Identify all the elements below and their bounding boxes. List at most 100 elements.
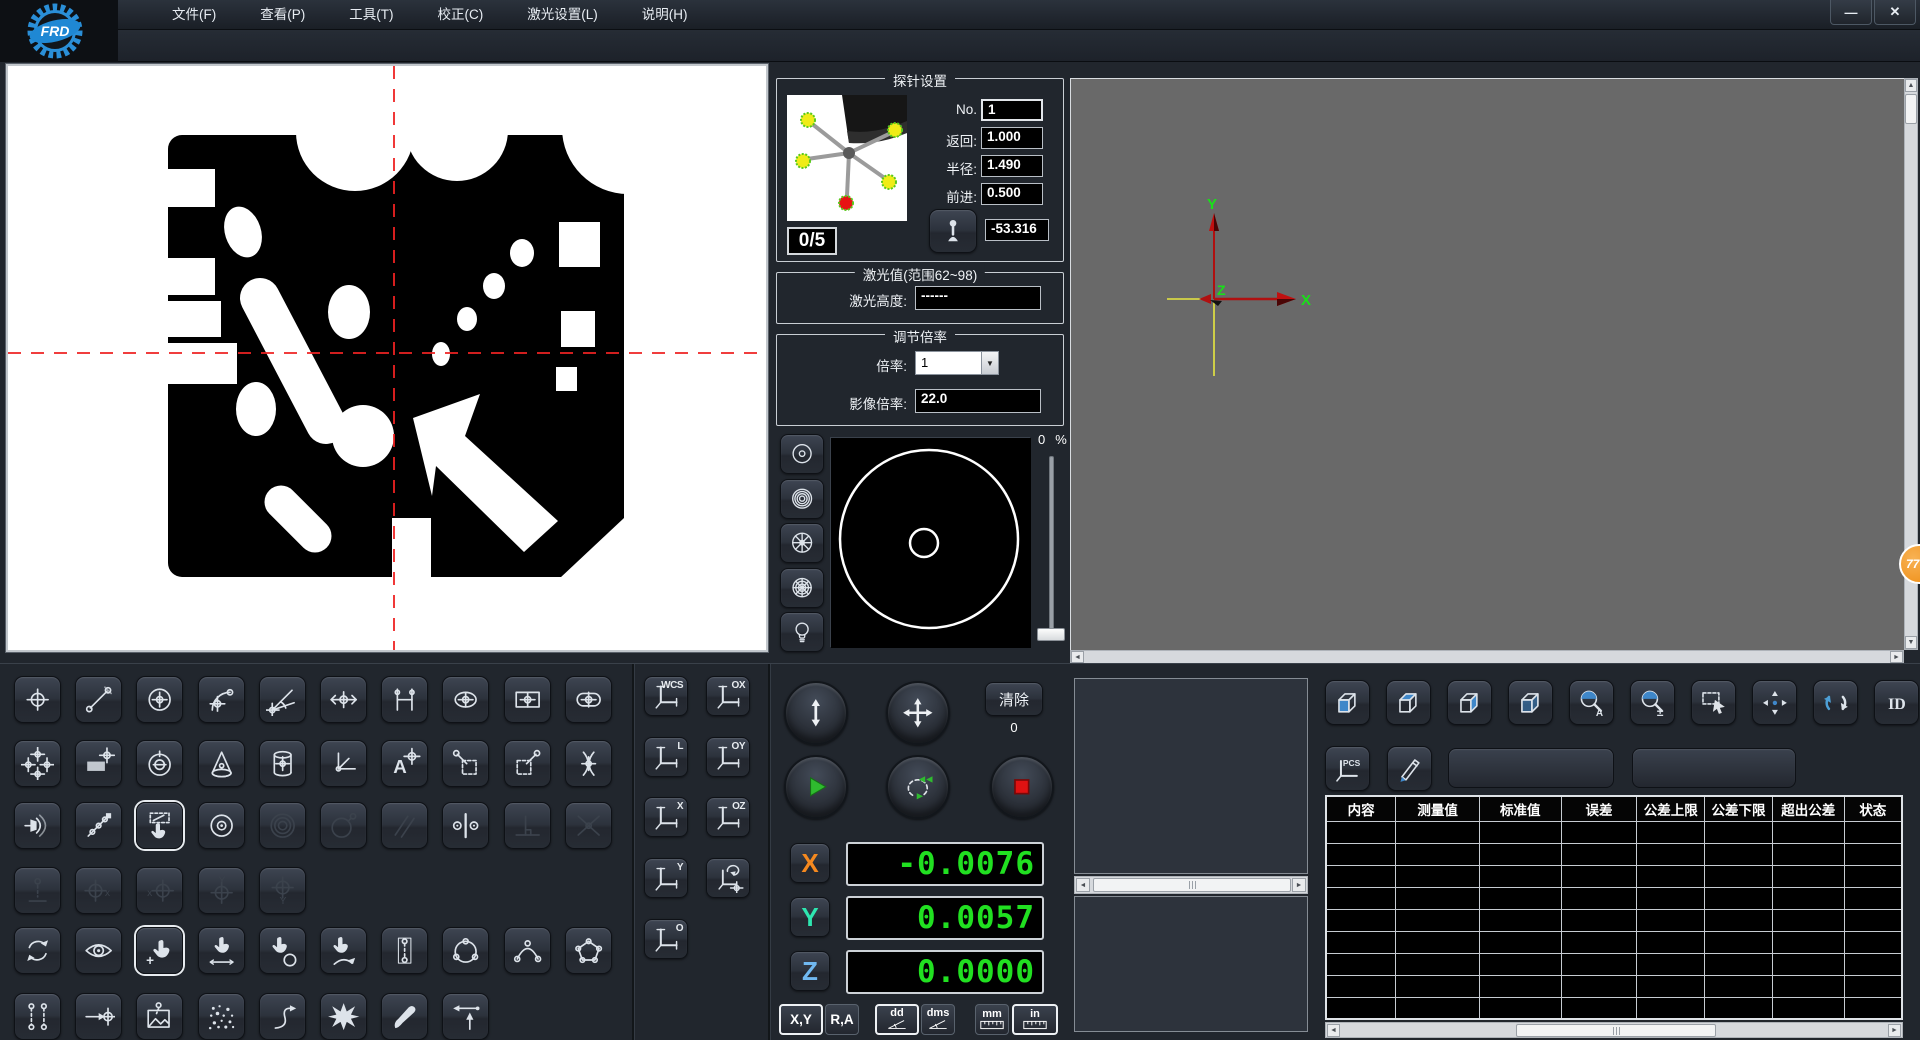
view-3d[interactable]: Y X Z bbox=[1070, 78, 1904, 650]
pcs-button[interactable]: PCS bbox=[1325, 746, 1370, 791]
tool-arrow-point[interactable] bbox=[75, 993, 122, 1040]
wcs-ox-button[interactable]: OX bbox=[706, 676, 750, 716]
pan-view-button[interactable] bbox=[1752, 680, 1797, 725]
unit-in-button[interactable]: in bbox=[1012, 1004, 1058, 1035]
zoom-fit-button[interactable]: A bbox=[1569, 680, 1614, 725]
menu-item-1[interactable]: 查看(P) bbox=[238, 0, 327, 30]
probe-field-3[interactable]: 0.500 bbox=[981, 183, 1043, 205]
tool-polygon-points[interactable] bbox=[565, 927, 612, 974]
table-row[interactable] bbox=[1326, 843, 1902, 865]
tool-symmetry-curves[interactable] bbox=[565, 740, 612, 787]
image-rate-field[interactable]: 22.0 bbox=[915, 389, 1041, 413]
tool-point-symmetry[interactable] bbox=[442, 802, 489, 849]
axis-z-button[interactable]: Z bbox=[790, 951, 830, 991]
chevron-down-icon[interactable]: ▼ bbox=[981, 352, 998, 374]
tool-circle[interactable] bbox=[136, 676, 183, 723]
tool-line[interactable] bbox=[75, 676, 122, 723]
tool-rectangle[interactable] bbox=[504, 676, 551, 723]
table-row[interactable] bbox=[1326, 953, 1902, 975]
wcs-o-button[interactable]: O bbox=[644, 919, 688, 959]
z-move-button[interactable] bbox=[784, 681, 848, 745]
table-row[interactable] bbox=[1326, 975, 1902, 997]
tool-distance[interactable] bbox=[320, 676, 367, 723]
table-row[interactable] bbox=[1326, 821, 1902, 843]
tool-trace-arrow[interactable] bbox=[442, 993, 489, 1040]
tool-cylinder[interactable] bbox=[259, 740, 306, 787]
feature-list-top[interactable] bbox=[1074, 678, 1308, 874]
slider-handle[interactable] bbox=[1037, 628, 1065, 641]
probe-field-1[interactable]: 1.000 bbox=[981, 127, 1043, 149]
probe-z-value-field[interactable]: -53.316 bbox=[985, 219, 1049, 241]
close-button[interactable]: ✕ bbox=[1874, 0, 1916, 25]
tool-circle-center[interactable] bbox=[198, 802, 245, 849]
menu-item-3[interactable]: 校正(C) bbox=[416, 0, 506, 30]
unit-dms-button[interactable]: dms bbox=[921, 1004, 955, 1035]
xy-move-button[interactable] bbox=[886, 681, 950, 745]
tool-point-array[interactable] bbox=[14, 740, 61, 787]
wcs-x-button[interactable]: X bbox=[644, 797, 688, 837]
tool-hand-select[interactable] bbox=[136, 802, 183, 849]
tool-point-cloud[interactable] bbox=[198, 993, 245, 1040]
tool-eye[interactable] bbox=[75, 927, 122, 974]
tool-hand-circle[interactable] bbox=[259, 927, 306, 974]
scroll-left-icon[interactable]: ◄ bbox=[1076, 878, 1090, 892]
table-row[interactable] bbox=[1326, 865, 1902, 887]
edit-pencil-button[interactable] bbox=[1387, 746, 1432, 791]
tool-hand-add-point[interactable]: + bbox=[136, 927, 183, 974]
scroll-down-icon[interactable]: ▼ bbox=[1905, 636, 1917, 649]
stop-button[interactable] bbox=[990, 755, 1054, 819]
loop-run-button[interactable] bbox=[886, 755, 950, 819]
table-hscrollbar[interactable]: ◄ ► bbox=[1325, 1022, 1903, 1038]
results-table[interactable]: 内容测量值标准值误差公差上限公差下限超出公差状态 bbox=[1325, 795, 1903, 1020]
tool-line-distance[interactable] bbox=[381, 676, 428, 723]
magnification-select[interactable]: 1 ▼ bbox=[915, 351, 999, 375]
table-row[interactable] bbox=[1326, 997, 1902, 1019]
light-ring-single-button[interactable] bbox=[780, 434, 824, 474]
tool-line-points[interactable] bbox=[381, 927, 428, 974]
id-label-button[interactable]: ID bbox=[1874, 680, 1919, 725]
light-ring-sectors-button[interactable] bbox=[780, 523, 824, 563]
axis-y-button[interactable]: Y bbox=[790, 897, 830, 937]
tool-curve-arrow[interactable] bbox=[259, 993, 306, 1040]
probe-field-0[interactable]: 1 bbox=[981, 99, 1043, 121]
table-header-1[interactable]: 测量值 bbox=[1396, 796, 1480, 821]
tool-stylus[interactable] bbox=[381, 993, 428, 1040]
clear-button[interactable]: 清除 bbox=[985, 682, 1043, 716]
tool-copy-feature-in[interactable] bbox=[504, 740, 551, 787]
minimize-button[interactable]: — bbox=[1830, 0, 1872, 25]
tool-ellipse[interactable] bbox=[442, 676, 489, 723]
table-hscroll-thumb[interactable] bbox=[1516, 1024, 1716, 1037]
camera-view[interactable] bbox=[6, 64, 768, 652]
scroll-right-icon[interactable]: ► bbox=[1292, 878, 1306, 892]
list-hscrollbar[interactable]: ◄ ► bbox=[1074, 876, 1308, 894]
tool-coordinate-axes[interactable] bbox=[320, 740, 367, 787]
rotate-view-button[interactable] bbox=[1813, 680, 1858, 725]
unit-dd-button[interactable]: dd bbox=[875, 1004, 919, 1035]
zoom-scale-button[interactable]: ± bbox=[1630, 680, 1675, 725]
light-intensity-slider[interactable]: 0% bbox=[1034, 432, 1068, 654]
view3d-hscrollbar[interactable]: ◄ ► bbox=[1070, 650, 1904, 664]
scroll-right-icon[interactable]: ► bbox=[1888, 1024, 1901, 1037]
feature-list-bottom[interactable] bbox=[1074, 896, 1308, 1032]
list-hscroll-thumb[interactable] bbox=[1093, 878, 1291, 892]
wcs-l-button[interactable]: L bbox=[644, 737, 688, 777]
tool-arc-points[interactable] bbox=[504, 927, 551, 974]
cube-view-1-button[interactable] bbox=[1325, 680, 1370, 725]
play-button[interactable] bbox=[784, 755, 848, 819]
wcs-y-button[interactable]: Y bbox=[644, 858, 688, 898]
unit-RA-button[interactable]: R,A bbox=[825, 1004, 859, 1035]
table-header-2[interactable]: 标准值 bbox=[1479, 796, 1561, 821]
table-header-4[interactable]: 公差上限 bbox=[1637, 796, 1705, 821]
axis-x-button[interactable]: X bbox=[790, 843, 830, 883]
scroll-left-icon[interactable]: ◄ bbox=[1327, 1024, 1340, 1037]
table-header-0[interactable]: 内容 bbox=[1326, 796, 1396, 821]
ring-light-display[interactable] bbox=[830, 437, 1030, 647]
table-header-3[interactable]: 误差 bbox=[1561, 796, 1637, 821]
table-header-5[interactable]: 公差下限 bbox=[1705, 796, 1773, 821]
result-field-2[interactable] bbox=[1632, 748, 1796, 788]
table-header-7[interactable]: 状态 bbox=[1844, 796, 1902, 821]
tool-hand-line[interactable] bbox=[198, 927, 245, 974]
table-row[interactable] bbox=[1326, 909, 1902, 931]
cube-view-4-button[interactable] bbox=[1508, 680, 1553, 725]
wcs-wcs-button[interactable]: WCS bbox=[644, 676, 688, 716]
